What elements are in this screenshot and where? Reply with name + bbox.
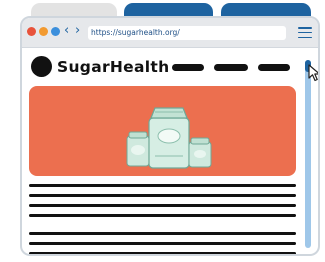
site-nav-item-3[interactable] <box>258 64 290 71</box>
mouse-pointer-icon <box>308 64 318 82</box>
sugar-packages-icon <box>126 107 212 169</box>
text-line <box>29 204 296 207</box>
text-line <box>29 252 296 254</box>
hamburger-menu-icon[interactable] <box>298 27 312 39</box>
back-arrow-icon[interactable]: ‹ <box>64 23 69 39</box>
text-line <box>29 242 296 245</box>
site-nav-item-1[interactable] <box>172 64 204 71</box>
maximize-window-button[interactable] <box>51 27 60 36</box>
browser-window: ‹ › https://sugarhealth.org/ SugarHealth <box>20 16 320 256</box>
text-line <box>29 214 296 217</box>
minimize-window-button[interactable] <box>39 27 48 36</box>
text-line <box>29 184 296 187</box>
hero-banner <box>29 86 296 176</box>
forward-arrow-icon[interactable]: › <box>75 23 80 39</box>
text-line <box>29 232 296 235</box>
text-line <box>29 194 296 197</box>
address-bar[interactable]: https://sugarhealth.org/ <box>88 26 286 40</box>
logo-circle-icon[interactable] <box>31 56 52 77</box>
browser-toolbar: ‹ › https://sugarhealth.org/ <box>22 18 318 48</box>
site-nav-item-2[interactable] <box>214 64 248 71</box>
scrollbar-track[interactable] <box>305 60 311 248</box>
close-window-button[interactable] <box>27 27 36 36</box>
site-brand-name[interactable]: SugarHealth <box>57 57 169 77</box>
